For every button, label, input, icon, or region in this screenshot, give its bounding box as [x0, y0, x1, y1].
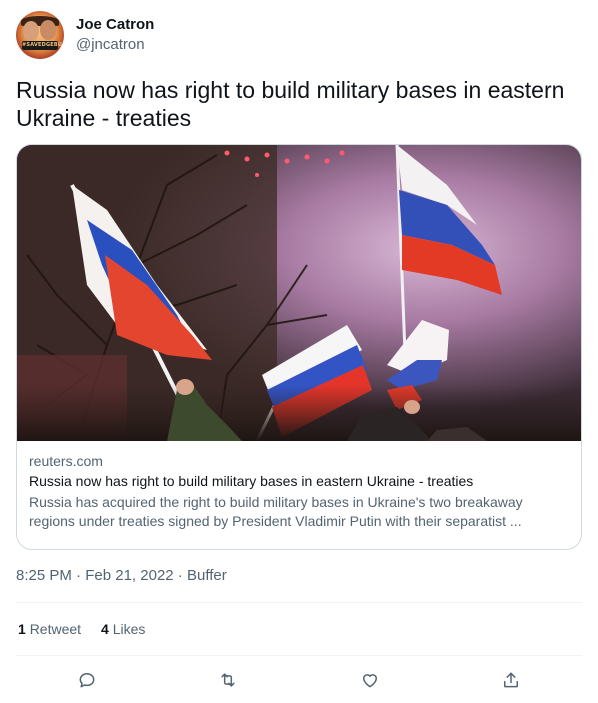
retweet-label: Retweet — [29, 621, 82, 637]
share-button[interactable] — [497, 666, 525, 694]
avatar-face-left — [23, 21, 39, 41]
share-icon — [504, 672, 518, 688]
retweet-icon — [221, 673, 235, 687]
tweet-header: #SAVEDGEBURG Joe Catron @jncatron — [16, 11, 154, 59]
tweet-time[interactable]: 8:25 PM — [16, 567, 72, 584]
divider — [16, 602, 582, 603]
link-card[interactable]: reuters.com Russia now has right to buil… — [16, 144, 582, 550]
author-names: Joe Catron @jncatron — [76, 15, 154, 55]
retweet-count: 1 — [18, 621, 26, 637]
author-display-name[interactable]: Joe Catron — [76, 15, 154, 35]
card-body: reuters.com Russia now has right to buil… — [17, 441, 581, 531]
like-label: Likes — [112, 621, 146, 637]
like-icon — [363, 674, 377, 688]
tweet-meta: 8:25 PM · Feb 21, 2022 · Buffer — [16, 566, 227, 586]
tweet-stats: 1 Retweet 4 Likes — [18, 620, 165, 638]
meta-separator: · — [76, 567, 82, 584]
card-domain: reuters.com — [29, 453, 103, 469]
action-bar — [16, 666, 582, 694]
divider — [16, 655, 582, 656]
card-title: Russia now has right to build military b… — [29, 473, 474, 489]
card-image — [17, 145, 581, 441]
avatar-sign: #SAVEDGEBURG — [22, 41, 64, 50]
tweet-date[interactable]: Feb 21, 2022 — [85, 567, 173, 584]
reply-icon — [79, 673, 95, 688]
tweet-text: Russia now has right to build military b… — [16, 77, 565, 131]
author-avatar[interactable]: #SAVEDGEBURG — [16, 11, 64, 59]
card-description: Russia has acquired the right to build m… — [29, 494, 523, 529]
author-handle[interactable]: @jncatron — [76, 35, 154, 55]
like-count: 4 — [101, 621, 109, 637]
meta-separator: · — [177, 567, 183, 584]
like-stat[interactable]: 4 Likes — [101, 620, 145, 638]
like-button[interactable] — [356, 666, 384, 694]
tweet-source[interactable]: Buffer — [187, 567, 227, 584]
avatar-face-right — [40, 20, 56, 40]
retweet-button[interactable] — [214, 666, 242, 694]
reply-button[interactable] — [73, 666, 101, 694]
retweet-stat[interactable]: 1 Retweet — [18, 620, 81, 638]
